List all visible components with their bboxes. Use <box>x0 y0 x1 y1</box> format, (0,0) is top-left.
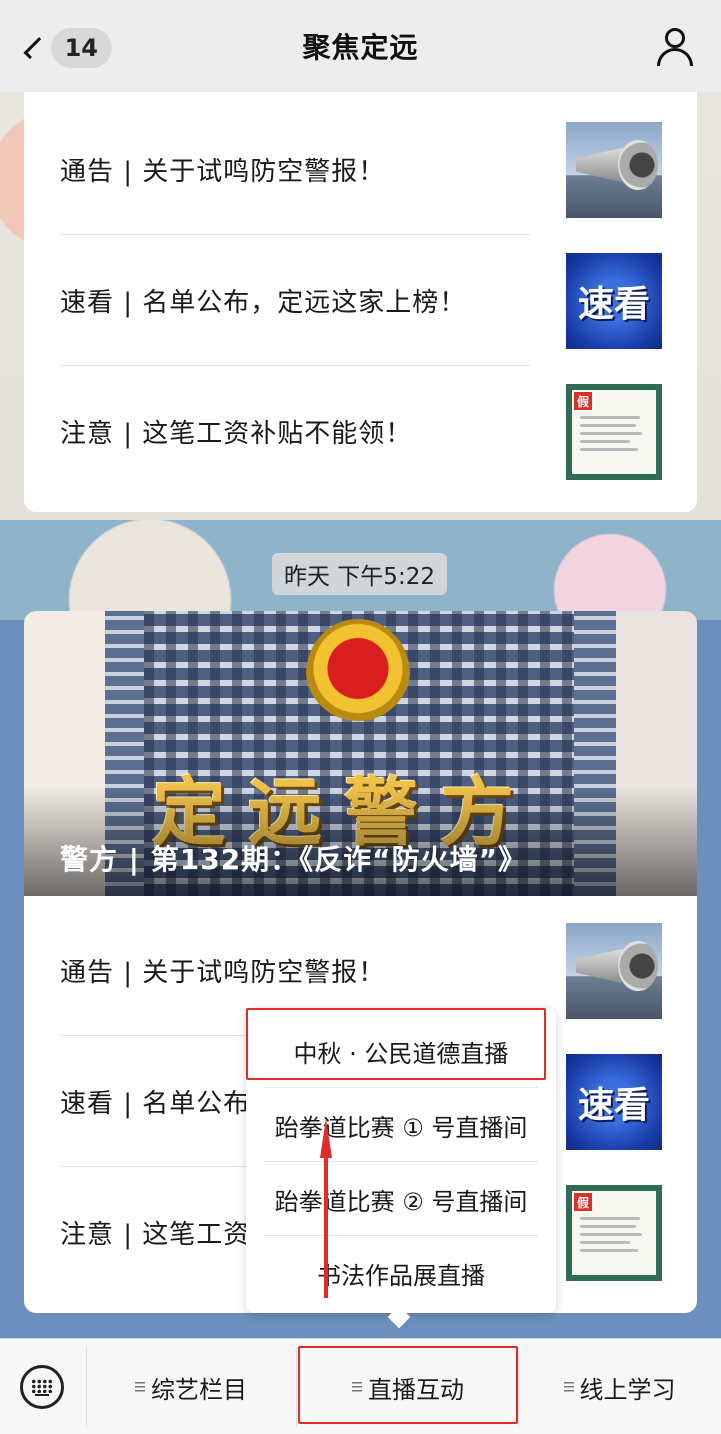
profile-button[interactable] <box>657 28 693 66</box>
menu-online-learning[interactable]: 线上学习 <box>518 1339 721 1434</box>
police-emblem-icon <box>306 619 410 729</box>
chevron-left-icon <box>23 37 46 59</box>
hero-banner[interactable]: 定远警方 警方 | 第132期：《反诈“防火墙”》 <box>24 611 697 896</box>
submenu-item-label: 跆拳道比赛 ① 号直播间 <box>274 1113 528 1142</box>
menu-variety-shows[interactable]: 综艺栏目 <box>86 1339 296 1434</box>
submenu-item-taekwondo-1[interactable]: 跆拳道比赛 ① 号直播间 <box>264 1088 538 1162</box>
back-button[interactable]: 14 <box>22 26 112 70</box>
document-thumbnail: 假 <box>566 1185 662 1281</box>
article-title: 注意 | 这笔工资 <box>60 1220 251 1250</box>
bottom-menu-bar: 综艺栏目 直播互动 线上学习 <box>0 1338 721 1434</box>
user-icon <box>665 28 685 48</box>
message-timestamp: 昨天 下午5:22 <box>272 553 447 595</box>
submenu-item-label: 中秋 · 公民道德直播 <box>293 1039 509 1068</box>
menu-lines-icon <box>135 1382 145 1392</box>
article-card: 通告 | 关于试鸣防空警报！ 速看 | 名单公布，定远这家上榜！ 速看 注意 |… <box>24 88 697 512</box>
menu-label: 直播互动 <box>368 1375 464 1404</box>
page-title: 聚焦定远 <box>302 31 419 64</box>
speed-thumbnail: 速看 <box>566 253 662 349</box>
hero-title: 警方 | 第132期：《反诈“防火墙”》 <box>60 843 527 876</box>
article-title: 速看 | 名单公布 <box>60 1089 251 1119</box>
speed-thumbnail: 速看 <box>566 1054 662 1150</box>
document-thumbnail: 假 <box>566 384 662 480</box>
siren-thumbnail <box>566 122 662 218</box>
menu-lines-icon <box>563 1382 574 1392</box>
submenu-item-taekwondo-2[interactable]: 跆拳道比赛 ② 号直播间 <box>264 1162 538 1236</box>
article-title: 注意 | 这笔工资补贴不能领！ <box>60 419 413 449</box>
article-item[interactable]: 通告 | 关于试鸣防空警报！ <box>24 104 697 235</box>
article-item[interactable]: 速看 | 名单公布，定远这家上榜！ 速看 <box>24 235 697 366</box>
submenu-item-label: 跆拳道比赛 ② 号直播间 <box>274 1187 528 1216</box>
submenu-popup: 中秋 · 公民道德直播 跆拳道比赛 ① 号直播间 跆拳道比赛 ② 号直播间 书法… <box>246 1008 556 1313</box>
navigation-bar: 14 聚焦定远 <box>0 0 721 92</box>
submenu-item-label: 书法作品展直播 <box>317 1261 485 1290</box>
article-title: 速看 | 名单公布，定远这家上榜！ <box>60 288 467 318</box>
menu-lines-icon <box>352 1382 362 1392</box>
unread-count-badge: 14 <box>50 28 112 68</box>
menu-label: 综艺栏目 <box>151 1375 247 1404</box>
submenu-item-calligraphy[interactable]: 书法作品展直播 <box>264 1236 538 1310</box>
menu-label: 线上学习 <box>579 1375 676 1404</box>
article-item[interactable]: 注意 | 这笔工资补贴不能领！ 假 <box>24 366 697 497</box>
submenu-item-mid-autumn-live[interactable]: 中秋 · 公民道德直播 <box>264 1014 538 1088</box>
red-arrow-annotation <box>320 1118 332 1298</box>
keyboard-icon[interactable] <box>20 1365 64 1409</box>
fake-stamp: 假 <box>574 392 592 410</box>
menu-live-interaction[interactable]: 直播互动 <box>298 1339 518 1434</box>
siren-thumbnail <box>566 923 662 1019</box>
fake-stamp: 假 <box>574 1193 592 1211</box>
article-title: 通告 | 关于试鸣防空警报！ <box>60 157 386 187</box>
